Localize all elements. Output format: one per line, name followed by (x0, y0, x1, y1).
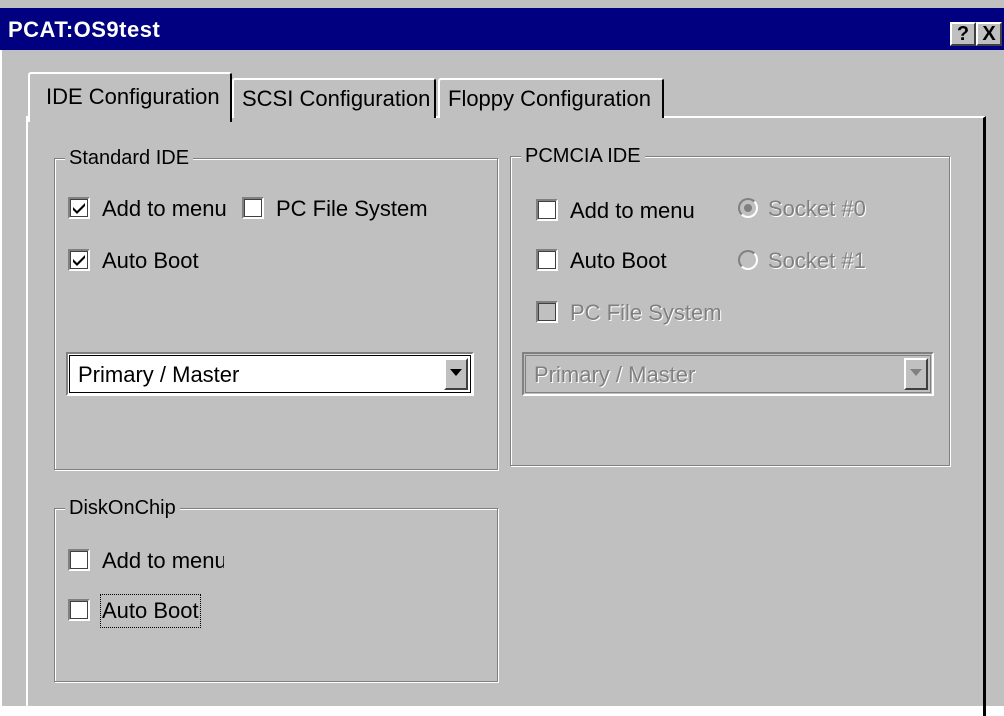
tab-ide-configuration[interactable]: IDE Configuration (28, 72, 232, 122)
window-title: PCAT:OS9test (8, 17, 161, 42)
tab-panel (26, 116, 986, 716)
title-bar[interactable]: PCAT:OS9test ? X (0, 8, 1004, 50)
tab-scsi-configuration[interactable]: SCSI Configuration (232, 78, 436, 118)
help-button[interactable]: ? (950, 22, 976, 46)
tab-floppy-configuration[interactable]: Floppy Configuration (438, 78, 664, 118)
dialog-window: PCAT:OS9test ? X IDE Configuration SCSI … (0, 0, 1004, 716)
window-edge (0, 50, 2, 706)
close-button[interactable]: X (976, 22, 1002, 46)
